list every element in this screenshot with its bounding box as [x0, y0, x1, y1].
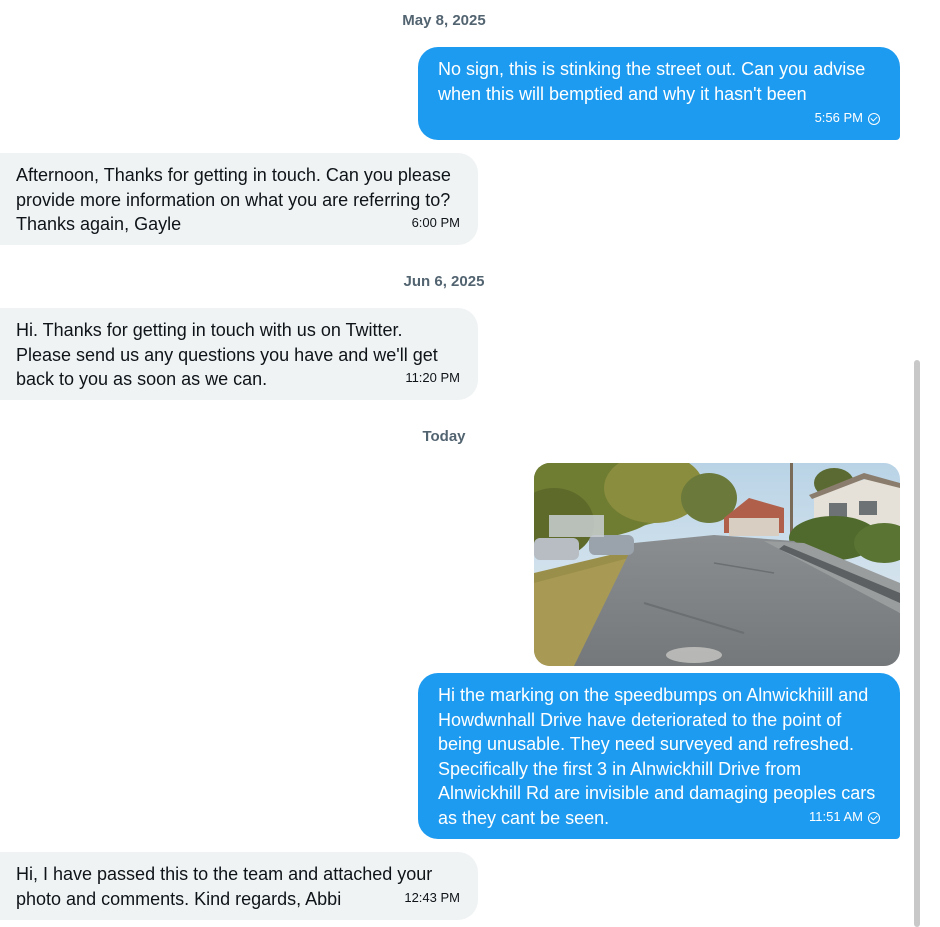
message-bubble-incoming[interactable]: Hi. Thanks for getting in touch with us … — [0, 308, 478, 400]
message-text: Hi. Thanks for getting in touch with us … — [16, 320, 438, 390]
message-meta: 5:56 PM — [815, 106, 880, 131]
date-separator: Jun 6, 2025 — [403, 273, 485, 290]
message-text: Hi, I have passed this to the team and a… — [16, 864, 433, 909]
message-meta: 11:51 AM — [809, 805, 880, 830]
street-photo-icon — [534, 463, 900, 666]
date-separator: May 8, 2025 — [402, 12, 486, 29]
date-separator: Today — [422, 428, 466, 445]
message-image[interactable] — [534, 463, 900, 666]
message-timestamp: 6:00 PM — [411, 215, 460, 231]
message-timestamp: 12:43 PM — [404, 890, 460, 906]
message-timestamp: 11:51 AM — [809, 809, 863, 825]
conversation-thread: May 8, 2025 No sign, this is stinking th… — [0, 0, 924, 927]
message-text: No sign, this is stinking the street out… — [438, 59, 866, 104]
message-timestamp: 5:56 PM — [814, 110, 863, 126]
message-bubble-incoming[interactable]: Hi, I have passed this to the team and a… — [0, 852, 478, 920]
message-text: Afternoon, Thanks for getting in touch. … — [16, 165, 451, 235]
message-timestamp: 11:20 PM — [405, 370, 460, 386]
message-bubble-outgoing[interactable]: Hi the marking on the speedbumps on Alnw… — [418, 673, 900, 839]
message-bubble-incoming[interactable]: Afternoon, Thanks for getting in touch. … — [0, 153, 478, 245]
sent-check-icon — [868, 811, 880, 824]
message-bubble-outgoing[interactable]: No sign, this is stinking the street out… — [418, 47, 900, 140]
scrollbar-track[interactable] — [924, 0, 940, 927]
scrollbar-thumb[interactable] — [914, 360, 920, 927]
sent-check-icon — [868, 112, 880, 125]
